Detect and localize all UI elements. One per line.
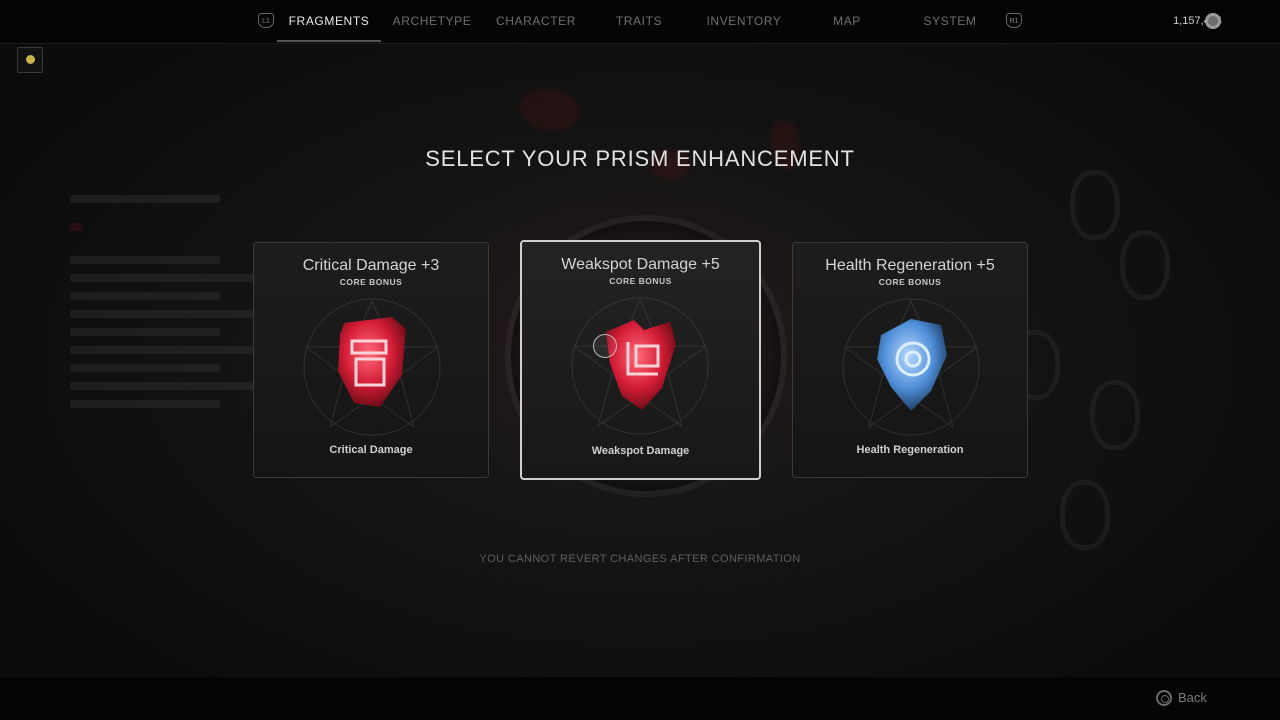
card-label: Critical Damage	[329, 444, 413, 456]
scrap-currency-icon	[1205, 13, 1221, 29]
card-subtitle: CORE BONUS	[878, 277, 942, 287]
card-title: Critical Damage +3	[302, 257, 440, 274]
bottom-bar	[0, 677, 1280, 720]
back-button[interactable]: Back	[1178, 690, 1207, 705]
card-label: Health Regeneration	[856, 444, 964, 456]
tab-fragments[interactable]: FRAGMENTS	[277, 0, 381, 43]
page-title: SELECT YOUR PRISM ENHANCEMENT	[425, 146, 855, 171]
archetype-badge-icon	[17, 47, 43, 73]
tab-character[interactable]: CHARACTER	[485, 0, 587, 43]
enhancement-card-weakspot-damage[interactable]: Weakspot Damage +5 CORE BONUS Weakspot D…	[520, 240, 761, 480]
tab-archetype[interactable]: ARCHETYPE	[382, 0, 482, 43]
left-bumper-icon[interactable]: L1	[258, 13, 274, 28]
tab-traits[interactable]: TRAITS	[600, 0, 678, 43]
tab-system[interactable]: SYSTEM	[912, 0, 988, 43]
card-title: Weakspot Damage +5	[561, 256, 720, 273]
cursor-ring	[593, 334, 617, 358]
card-subtitle: CORE BONUS	[609, 276, 672, 286]
active-tab-underline	[277, 40, 381, 42]
health-regeneration-gem-icon	[877, 319, 947, 411]
tab-inventory[interactable]: INVENTORY	[694, 0, 794, 43]
tab-map[interactable]: MAP	[816, 0, 878, 43]
card-label: Weakspot Damage	[591, 445, 690, 457]
weakspot-damage-gem-icon	[606, 320, 676, 410]
right-bumper-icon[interactable]: R1	[1006, 13, 1022, 28]
critical-damage-gem-icon	[338, 317, 406, 407]
enhancement-card-health-regeneration[interactable]: Health Regeneration +5 CORE BONUS Health…	[792, 242, 1028, 478]
card-subtitle: CORE BONUS	[339, 277, 403, 287]
enhancement-card-critical-damage[interactable]: Critical Damage +3 CORE BONUS Critical D…	[253, 242, 489, 478]
card-title: Health Regeneration +5	[825, 257, 995, 274]
confirmation-warning: YOU CANNOT REVERT CHANGES AFTER CONFIRMA…	[479, 553, 801, 565]
circle-button-icon	[1156, 690, 1172, 706]
